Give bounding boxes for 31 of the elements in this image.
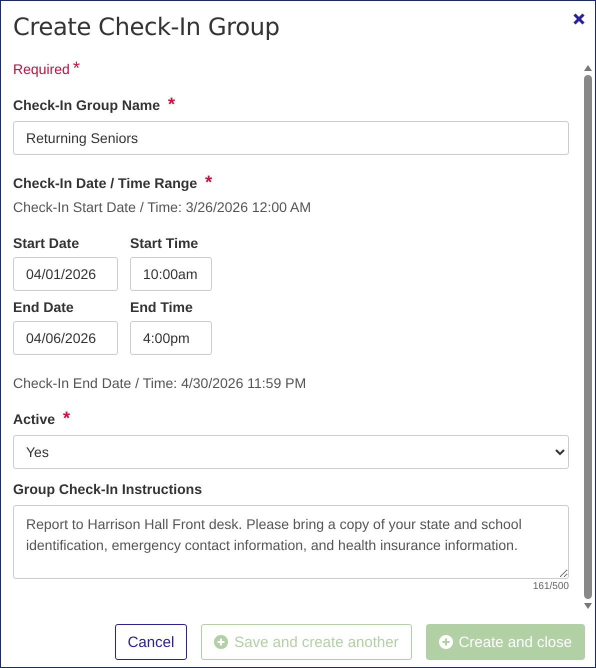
plus-circle-icon: [214, 635, 228, 649]
required-mark: *: [72, 61, 80, 75]
dialog-title: Create Check-In Group: [13, 13, 280, 41]
field-label: Check-In Group Name: [13, 97, 160, 113]
date-label: Start Date: [13, 235, 80, 251]
instructions-field[interactable]: Report to Harrison Hall Front desk. Please bring a copy of your state and school identification, emergency contact information, and health insurance information.: [13, 505, 569, 579]
time-label: End Time: [130, 299, 194, 315]
date-field[interactable]: 04/01/2026: [13, 257, 118, 291]
active-select[interactable]: Yes: [13, 435, 569, 469]
date-label: End Date: [13, 299, 75, 315]
time-field[interactable]: 4:00pm: [130, 321, 212, 355]
field-label: Group Check-In Instructions: [13, 481, 202, 497]
required-note: Required: [13, 61, 70, 77]
required-mark: *: [63, 411, 70, 425]
character-counter: 161/500: [532, 581, 569, 592]
dialog-button[interactable]: Cancel: [114, 624, 188, 660]
time-label: Start Time: [130, 235, 200, 251]
group-name-field[interactable]: Returning Seniors: [13, 121, 569, 155]
close-icon: [573, 13, 585, 25]
plus-circle-icon: [438, 635, 453, 649]
date-field[interactable]: 04/06/2026: [13, 321, 118, 355]
field-label: Check-In Date / Time Range: [13, 175, 198, 191]
end-note: Check-In End Date / Time: 4/30/2026 11:59 PM: [13, 375, 308, 391]
scroll-down-icon[interactable]: [584, 603, 592, 609]
required-mark: *: [205, 175, 212, 189]
close-button[interactable]: [573, 13, 585, 25]
required-mark: *: [168, 97, 176, 111]
field-label: Active: [13, 411, 56, 427]
start-note: Check-In Start Date / Time: 3/26/2026 12:00 AM: [13, 199, 312, 215]
time-field[interactable]: 10:00am: [130, 257, 212, 291]
scroll-up-icon[interactable]: [584, 65, 592, 71]
